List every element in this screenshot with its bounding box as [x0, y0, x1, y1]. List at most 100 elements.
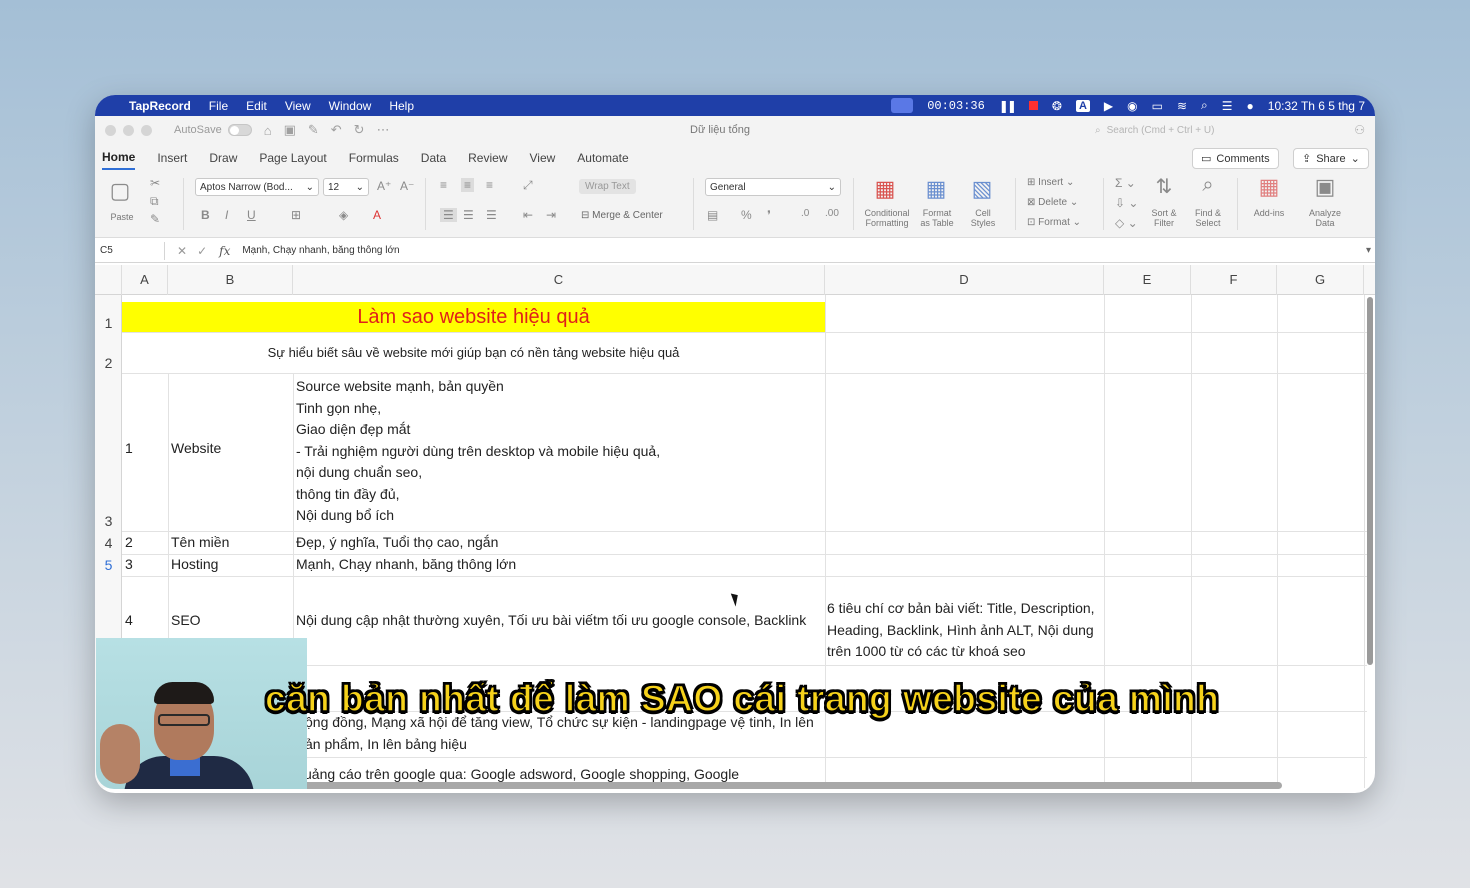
row-header-3[interactable]: 3	[95, 513, 122, 529]
select-all-corner[interactable]	[95, 265, 122, 295]
cell-b5[interactable]: Hosting	[171, 556, 218, 572]
decrease-font-icon[interactable]: A⁻	[400, 179, 414, 193]
expand-formula-icon[interactable]: ▾	[1366, 245, 1371, 256]
cell-c5[interactable]: Mạnh, Chạy nhanh, băng thông lớn	[296, 556, 516, 572]
battery-icon[interactable]: ▭	[1152, 99, 1163, 113]
comma-icon[interactable]: ❜	[767, 208, 771, 222]
stop-icon[interactable]	[1028, 101, 1038, 110]
bold-icon[interactable]: B	[201, 208, 210, 222]
input-source-icon[interactable]: A	[1075, 99, 1090, 112]
format-button[interactable]: ⊡ Format ⌄	[1027, 217, 1081, 228]
increase-indent-icon[interactable]: ⇥	[546, 208, 556, 222]
cell-styles-icon[interactable]: ▧	[965, 176, 999, 202]
sort-filter-label[interactable]: Sort & Filter	[1145, 208, 1183, 228]
cell-a3[interactable]: 1	[125, 440, 133, 456]
search-box[interactable]: ⌕ Search (Cmd + Ctrl + U)	[1095, 121, 1335, 139]
spotlight-icon[interactable]: ⌕	[1201, 98, 1208, 113]
align-middle-icon[interactable]: ≡	[461, 178, 475, 192]
menu-view[interactable]: View	[285, 99, 311, 113]
more-icon[interactable]: ⋯	[377, 122, 390, 138]
column-header-b[interactable]: B	[168, 265, 293, 295]
minimize-button[interactable]	[123, 124, 134, 136]
cell-c4[interactable]: Đẹp, ý nghĩa, Tuổi thọ cao, ngắn	[296, 534, 498, 550]
font-size-select[interactable]: 12 ⌄	[323, 178, 369, 196]
row-header-5[interactable]: 5	[95, 557, 122, 573]
sheet-subtitle[interactable]: Sự hiểu biết sâu về website mới giúp bạn…	[122, 345, 825, 360]
cut-icon[interactable]: ✂	[150, 176, 160, 190]
vertical-scrollbar[interactable]	[1367, 297, 1373, 665]
delete-button[interactable]: ⊠ Delete ⌄	[1027, 197, 1078, 208]
cell-a4[interactable]: 2	[125, 534, 133, 550]
screen-record-icon[interactable]	[891, 98, 914, 113]
sort-filter-icon[interactable]: ⇅	[1147, 174, 1181, 199]
copy-icon[interactable]: ⧉	[150, 194, 159, 209]
cell-d6[interactable]: 6 tiêu chí cơ bản bài viết: Title, Descr…	[827, 598, 1095, 663]
increase-font-icon[interactable]: A⁺	[377, 179, 391, 193]
wrap-text-button[interactable]: Wrap Text	[579, 179, 636, 194]
cell-b3[interactable]: Website	[171, 440, 221, 456]
accounting-icon[interactable]: ▤	[707, 208, 718, 222]
italic-icon[interactable]: I	[225, 208, 228, 222]
cancel-icon[interactable]: ✕	[177, 244, 187, 258]
clear-icon[interactable]: ◇ ⌄	[1115, 216, 1138, 230]
decrease-decimal-icon[interactable]: .00	[825, 208, 839, 219]
cell-b4[interactable]: Tên miền	[171, 534, 229, 550]
cell-c6[interactable]: Nội dung cập nhật thường xuyên, Tối ưu b…	[296, 612, 806, 628]
column-header-f[interactable]: F	[1191, 265, 1277, 295]
tab-data[interactable]: Data	[421, 147, 446, 169]
name-box[interactable]: C5	[95, 241, 165, 260]
save-icon[interactable]: ▣	[284, 122, 296, 138]
comments-button[interactable]: ▭ Comments	[1192, 148, 1279, 169]
control-center-icon[interactable]: ☰	[1222, 99, 1233, 113]
row-header-4[interactable]: 4	[95, 535, 122, 551]
siri-icon[interactable]: ●	[1247, 99, 1254, 113]
find-select-label[interactable]: Find & Select	[1189, 208, 1227, 228]
share-button[interactable]: ⇪ Share ⌄	[1293, 148, 1369, 169]
pause-icon[interactable]: ❚❚	[999, 99, 1017, 113]
wifi-icon[interactable]: ≋	[1177, 99, 1187, 113]
sheet-title[interactable]: Làm sao website hiệu quả	[122, 302, 825, 332]
redo-icon[interactable]: ↻	[354, 122, 365, 138]
cell-styles-label[interactable]: Cell Styles	[963, 208, 1003, 228]
document-title[interactable]: Dữ liệu tổng	[690, 124, 750, 136]
paste-icon[interactable]: ▢	[107, 178, 133, 204]
align-center-icon[interactable]: ☰	[463, 208, 474, 222]
menu-edit[interactable]: Edit	[246, 99, 267, 113]
cell-c3[interactable]: Source website mạnh, bản quyền Tinh gọn …	[296, 376, 660, 527]
align-bottom-icon[interactable]: ≡	[486, 178, 493, 192]
align-top-icon[interactable]: ≡	[440, 178, 447, 192]
column-header-a[interactable]: A	[122, 265, 168, 295]
user-icon[interactable]: ◉	[1127, 99, 1137, 113]
tab-insert[interactable]: Insert	[157, 147, 187, 169]
tab-draw[interactable]: Draw	[209, 147, 237, 169]
row-header-1[interactable]: 1	[95, 315, 122, 331]
menu-help[interactable]: Help	[389, 99, 414, 113]
decrease-indent-icon[interactable]: ⇤	[523, 208, 533, 222]
formula-input[interactable]: Mạnh, Chạy nhanh, băng thông lớn	[242, 245, 399, 256]
close-button[interactable]	[105, 124, 116, 136]
percent-icon[interactable]: %	[741, 208, 752, 222]
format-as-table-label[interactable]: Format as Table	[917, 208, 957, 228]
column-header-g[interactable]: G	[1277, 265, 1364, 295]
zoom-button[interactable]	[141, 124, 152, 136]
tab-view[interactable]: View	[530, 147, 556, 169]
openai-icon[interactable]: ❂	[1052, 99, 1062, 113]
insert-button[interactable]: ⊞ Insert ⌄	[1027, 177, 1074, 188]
find-select-icon[interactable]: ⌕	[1191, 174, 1225, 197]
menu-app-name[interactable]: TapRecord	[129, 99, 191, 113]
autosave-toggle[interactable]	[227, 124, 252, 136]
format-painter-icon[interactable]: ✎	[150, 212, 160, 226]
align-right-icon[interactable]: ☰	[486, 208, 497, 222]
tab-formulas[interactable]: Formulas	[349, 147, 399, 169]
horizontal-scrollbar[interactable]	[300, 782, 1282, 789]
align-left-icon[interactable]: ☰	[440, 208, 457, 222]
merge-center-button[interactable]: ⊟ Merge & Center	[581, 210, 663, 221]
analyze-data-label[interactable]: Analyze Data	[1303, 208, 1347, 228]
enter-icon[interactable]: ✓	[197, 244, 207, 258]
play-icon[interactable]: ▶	[1104, 99, 1113, 113]
add-ins-icon[interactable]: ▦	[1253, 174, 1285, 200]
tab-review[interactable]: Review	[468, 147, 507, 169]
menu-window[interactable]: Window	[329, 99, 372, 113]
add-ins-label[interactable]: Add-ins	[1249, 208, 1289, 218]
fill-color-icon[interactable]: ◈	[339, 208, 348, 222]
